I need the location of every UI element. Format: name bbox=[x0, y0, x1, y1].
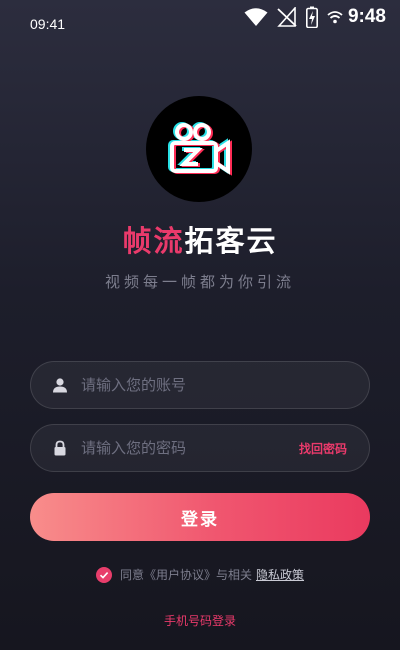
password-field[interactable]: 找回密码 bbox=[30, 424, 370, 472]
wifi-icon bbox=[244, 8, 268, 26]
privacy-policy-link[interactable]: 隐私政策 bbox=[256, 566, 304, 583]
no-signal-icon bbox=[277, 7, 297, 27]
brand-name-rest: 拓客云 bbox=[184, 224, 278, 258]
brand-name: 帧流拓客云 bbox=[0, 218, 400, 260]
wifi-small-icon bbox=[327, 11, 343, 24]
battery-charging-icon bbox=[305, 6, 318, 28]
agreement-text[interactable]: 同意《用户协议》与相关 bbox=[120, 566, 252, 583]
status-clock: 9:48 bbox=[347, 6, 386, 27]
phone-login-link[interactable]: 手机号码登录 bbox=[0, 612, 400, 629]
agreement-row: 同意《用户协议》与相关 隐私政策 bbox=[0, 566, 400, 583]
check-icon bbox=[99, 571, 109, 579]
forgot-password-link[interactable]: 找回密码 bbox=[299, 440, 347, 457]
status-icons: 9:48 bbox=[244, 6, 386, 28]
camera-logo-icon bbox=[168, 122, 232, 176]
status-bar: 09:41 9:48 bbox=[0, 0, 400, 44]
account-input[interactable] bbox=[81, 376, 369, 394]
status-time: 09:41 bbox=[30, 16, 66, 32]
login-button[interactable]: 登录 bbox=[30, 493, 370, 541]
lock-icon bbox=[51, 439, 69, 457]
account-field[interactable] bbox=[30, 361, 370, 409]
brand-slogan: 视频每一帧都为你引流 bbox=[104, 273, 295, 291]
brand-name-accent: 帧流 bbox=[122, 224, 185, 258]
agreement-checkbox[interactable] bbox=[95, 566, 112, 583]
user-icon bbox=[51, 376, 69, 394]
password-input[interactable] bbox=[81, 439, 299, 457]
app-logo bbox=[146, 96, 252, 202]
